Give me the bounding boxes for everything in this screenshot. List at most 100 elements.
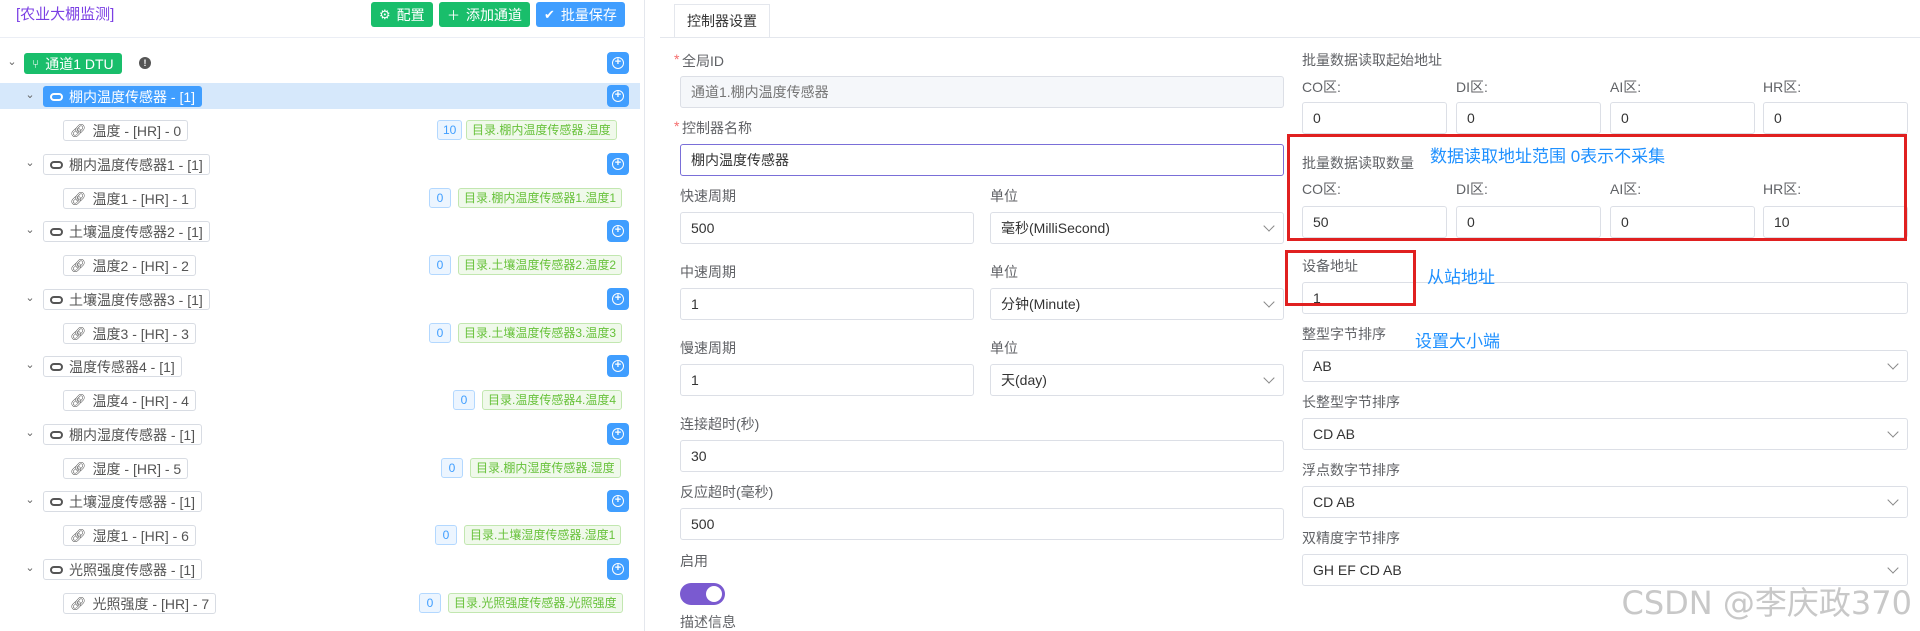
global-id-input[interactable] xyxy=(680,76,1284,108)
add-point-button[interactable]: + xyxy=(607,355,629,377)
tree-point-row[interactable]: 🔗︎ 温度1 - [HR] - 1 0 目录.棚内温度传感器1.温度1 xyxy=(0,185,640,211)
tree-point-node[interactable]: 🔗︎ 温度4 - [HR] - 4 xyxy=(63,390,196,411)
add-point-button[interactable]: + xyxy=(607,423,629,445)
float-order-select[interactable]: CD AB xyxy=(1302,486,1908,518)
tree-point-row[interactable]: 🔗︎ 温度2 - [HR] - 2 0 目录.土壤温度传感器2.温度2 xyxy=(0,252,640,278)
tree-root-node[interactable]: ⑂ 通道1 DTU xyxy=(24,53,122,74)
tree-device-node[interactable]: 土壤温度传感器2 - [1] xyxy=(43,221,210,242)
device-tree-panel: [农业大棚监测] ⚙ 配置 ＋ 添加通道 ✔ 批量保存 ⌄ ⑂ 通道1 DTU … xyxy=(0,0,645,631)
config-button-label: 配置 xyxy=(396,6,425,23)
tree-root-row[interactable]: ⌄ ⑂ 通道1 DTU ! + xyxy=(0,50,640,76)
range-note: 数据读取地址范围 0表示不采集 xyxy=(1430,147,1666,166)
enable-toggle[interactable] xyxy=(680,583,725,605)
tree-device-node[interactable]: 光照强度传感器 - [1] xyxy=(43,559,203,580)
tree-device-row[interactable]: ⌄ 土壤温度传感器3 - [1] + xyxy=(0,286,640,312)
add-point-button[interactable]: + xyxy=(607,153,629,175)
mid-unit-select[interactable]: 分钟(Minute) xyxy=(990,288,1284,320)
tree-device-label: 棚内温度传感器 - [1] xyxy=(69,88,196,105)
add-point-button[interactable]: + xyxy=(607,288,629,310)
link-icon xyxy=(50,565,63,574)
tree-point-node[interactable]: 🔗︎ 湿度1 - [HR] - 6 xyxy=(63,525,196,546)
tree-device-node[interactable]: 土壤温度传感器3 - [1] xyxy=(43,289,210,310)
add-channel-button[interactable]: ＋ 添加通道 xyxy=(439,2,531,27)
tree-point-row[interactable]: 🔗︎ 温度 - [HR] - 0 10 目录.棚内温度传感器.温度 xyxy=(0,117,640,143)
batch-save-button[interactable]: ✔ 批量保存 xyxy=(536,2,625,27)
tree-device-row[interactable]: ⌄ 棚内温度传感器1 - [1] + xyxy=(0,151,640,177)
mid-period-input[interactable] xyxy=(680,288,974,320)
chevron-down-icon xyxy=(1263,220,1275,232)
chevron-down-icon[interactable]: ⌄ xyxy=(24,561,36,574)
tree-device-row[interactable]: ⌄ 棚内温度传感器 - [1] + xyxy=(0,83,640,109)
controller-settings-panel: 控制器设置 全局ID 控制器名称 快速周期 单位 毫秒(MilliSecond)… xyxy=(660,0,1920,631)
add-point-button[interactable]: + xyxy=(607,558,629,580)
tree-point-node[interactable]: 🔗︎ 湿度 - [HR] - 5 xyxy=(63,458,189,479)
link-icon: 🔗︎ xyxy=(70,527,87,543)
start-ai-input[interactable] xyxy=(1610,102,1755,134)
tab-controller-settings[interactable]: 控制器设置 xyxy=(674,4,770,37)
tree-device-label: 土壤湿度传感器 - [1] xyxy=(69,493,196,510)
tree-device-node[interactable]: 土壤湿度传感器 - [1] xyxy=(43,491,203,512)
chevron-down-icon[interactable]: ⌄ xyxy=(24,88,36,101)
chevron-down-icon[interactable]: ⌄ xyxy=(24,223,36,236)
plus-circle-icon: + xyxy=(612,225,624,237)
start-co-input[interactable] xyxy=(1302,102,1447,134)
tree-point-row[interactable]: 🔗︎ 光照强度 - [HR] - 7 0 目录.光照强度传感器.光照强度 xyxy=(0,590,640,616)
config-button[interactable]: ⚙ 配置 xyxy=(371,2,433,27)
tree-device-row[interactable]: ⌄ 光照强度传感器 - [1] + xyxy=(0,556,640,582)
tree-device-row[interactable]: ⌄ 土壤湿度传感器 - [1] + xyxy=(0,488,640,514)
tree-point-node[interactable]: 🔗︎ 温度2 - [HR] - 2 xyxy=(63,255,196,276)
chevron-down-icon[interactable]: ⌄ xyxy=(24,156,36,169)
link-icon: 🔗︎ xyxy=(70,392,87,408)
slow-period-input[interactable] xyxy=(680,364,974,396)
tree-device-node[interactable]: 棚内温度传感器1 - [1] xyxy=(43,154,210,175)
add-point-button[interactable]: + xyxy=(607,85,629,107)
gear-icon: ⚙ xyxy=(379,6,391,22)
chevron-down-icon[interactable]: ⌄ xyxy=(6,55,18,68)
int-order-select[interactable]: AB xyxy=(1302,350,1908,382)
add-point-button[interactable]: + xyxy=(607,220,629,242)
fork-icon: ⑂ xyxy=(32,56,40,71)
add-device-button[interactable]: + xyxy=(607,52,629,74)
address-highlight-box xyxy=(1285,250,1416,306)
start-hr-label: HR区: xyxy=(1763,79,1802,95)
float-order-label: 浮点数字节排序 xyxy=(1302,462,1400,478)
chevron-down-icon[interactable]: ⌄ xyxy=(24,358,36,371)
chevron-down-icon[interactable]: ⌄ xyxy=(24,291,36,304)
int-order-value: AB xyxy=(1313,358,1332,374)
add-point-button[interactable]: + xyxy=(607,490,629,512)
info-icon[interactable]: ! xyxy=(139,57,151,69)
plus-circle-icon: + xyxy=(612,57,624,69)
tree-point-label: 湿度 - [HR] - 5 xyxy=(92,460,182,477)
tree-point-node[interactable]: 🔗︎ 温度1 - [HR] - 1 xyxy=(63,188,196,209)
chevron-down-icon[interactable]: ⌄ xyxy=(24,493,36,506)
long-order-select[interactable]: CD AB xyxy=(1302,418,1908,450)
start-hr-input[interactable] xyxy=(1763,102,1908,134)
tree-point-label: 温度3 - [HR] - 3 xyxy=(92,325,189,342)
controller-name-input[interactable] xyxy=(680,144,1284,176)
chevron-down-icon xyxy=(1887,562,1899,574)
link-icon: 🔗︎ xyxy=(70,190,87,206)
tree-device-node[interactable]: 温度传感器4 - [1] xyxy=(43,356,182,377)
slow-unit-select[interactable]: 天(day) xyxy=(990,364,1284,396)
chevron-down-icon[interactable]: ⌄ xyxy=(24,426,36,439)
start-di-input[interactable] xyxy=(1456,102,1601,134)
tree-device-row[interactable]: ⌄ 棚内湿度传感器 - [1] + xyxy=(0,421,640,447)
resp-timeout-input[interactable] xyxy=(680,508,1284,540)
tree-point-node[interactable]: 🔗︎ 温度 - [HR] - 0 xyxy=(63,120,189,141)
start-co-label: CO区: xyxy=(1302,79,1341,95)
tree-device-row[interactable]: ⌄ 温度传感器4 - [1] + xyxy=(0,353,640,379)
point-path-tag: 目录.光照强度传感器.光照强度 xyxy=(448,593,623,613)
conn-timeout-input[interactable] xyxy=(680,440,1284,472)
tree-device-node[interactable]: 棚内温度传感器 - [1] xyxy=(43,86,203,107)
tree-device-row[interactable]: ⌄ 土壤温度传感器2 - [1] + xyxy=(0,218,640,244)
tree-point-row[interactable]: 🔗︎ 温度4 - [HR] - 4 0 目录.温度传感器4.温度4 xyxy=(0,387,640,413)
fast-period-input[interactable] xyxy=(680,212,974,244)
fast-unit-select[interactable]: 毫秒(MilliSecond) xyxy=(990,212,1284,244)
tree-point-row[interactable]: 🔗︎ 温度3 - [HR] - 3 0 目录.土壤温度传感器3.温度3 xyxy=(0,320,640,346)
tree-point-row[interactable]: 🔗︎ 湿度 - [HR] - 5 0 目录.棚内湿度传感器.湿度 xyxy=(0,455,640,481)
tree-device-node[interactable]: 棚内湿度传感器 - [1] xyxy=(43,424,203,445)
double-order-value: GH EF CD AB xyxy=(1313,562,1402,578)
tree-point-row[interactable]: 🔗︎ 湿度1 - [HR] - 6 0 目录.土壤湿度传感器.湿度1 xyxy=(0,522,640,548)
tree-point-node[interactable]: 🔗︎ 温度3 - [HR] - 3 xyxy=(63,323,196,344)
tree-point-node[interactable]: 🔗︎ 光照强度 - [HR] - 7 xyxy=(63,593,217,614)
